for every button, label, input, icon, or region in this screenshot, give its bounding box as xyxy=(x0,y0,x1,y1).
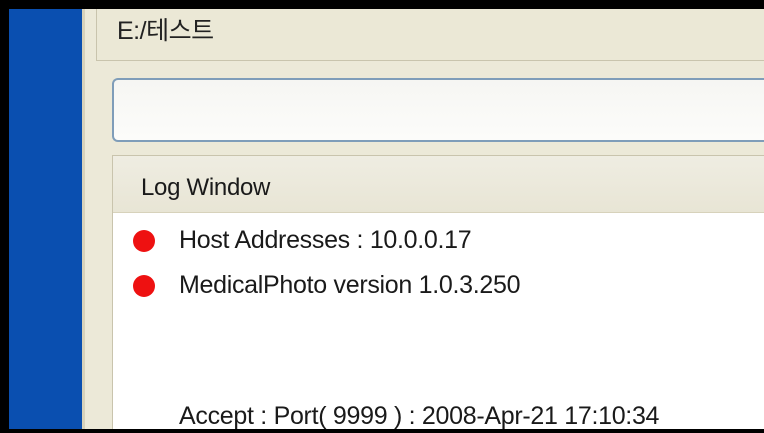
left-sidebar xyxy=(9,9,82,429)
path-text: E:/테스트 xyxy=(117,17,214,45)
log-window-title: Log Window xyxy=(141,174,271,201)
log-entry-text: Host Addresses : 10.0.0.17 xyxy=(179,226,472,254)
log-entry-text: MedicalPhoto version 1.0.3.250 xyxy=(179,271,521,299)
log-window-header: Log Window xyxy=(113,156,764,213)
log-window: Log Window Host Addresses : 10.0.0.17 Me… xyxy=(112,155,764,433)
red-dot-icon xyxy=(133,230,155,252)
screenshot-border xyxy=(0,0,9,433)
pane-gutter xyxy=(85,9,95,429)
screenshot-border xyxy=(0,429,764,433)
screenshot-border xyxy=(0,0,764,9)
log-entry-text: Accept : Port( 9999 ) : 2008-Apr-21 17:1… xyxy=(179,402,660,430)
app-window: E:/테스트 Log Window Host Addresses : 10.0.… xyxy=(0,0,764,433)
path-bar[interactable]: E:/테스트 xyxy=(96,9,764,61)
red-dot-icon xyxy=(133,275,155,297)
command-input[interactable] xyxy=(112,78,764,142)
